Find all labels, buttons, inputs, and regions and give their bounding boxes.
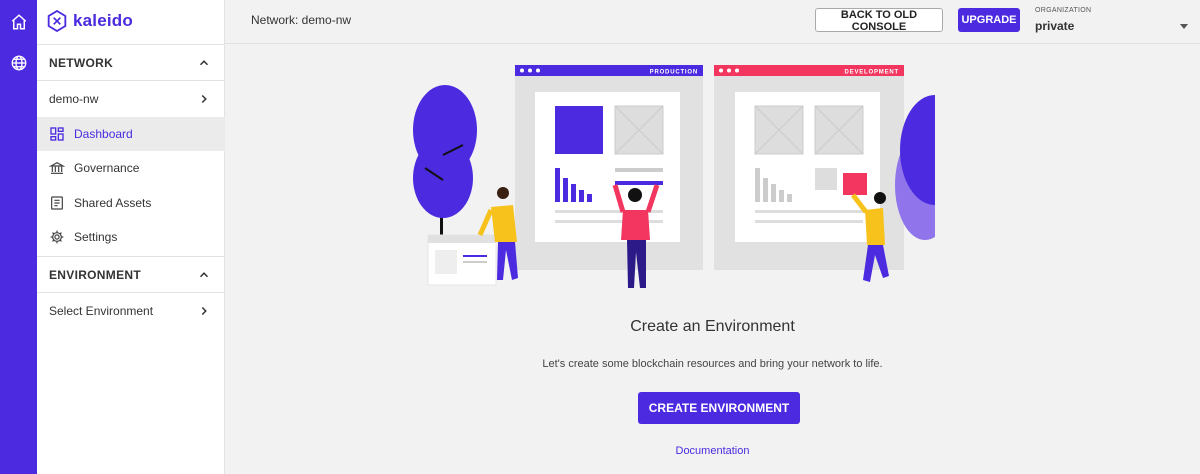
home-button[interactable] xyxy=(0,2,37,42)
sidebar-item-label: Governance xyxy=(74,161,140,175)
chevron-right-icon xyxy=(201,94,207,104)
divider xyxy=(37,256,225,257)
logo-text: kaleido xyxy=(73,11,133,30)
development-label: DEVELOPMENT xyxy=(845,70,899,76)
network-name: demo-nw xyxy=(49,92,99,106)
divider xyxy=(37,44,225,45)
sidebar-item-settings[interactable]: Settings xyxy=(37,220,225,254)
environment-section-title: ENVIRONMENT xyxy=(49,268,141,282)
kaleido-logo-icon xyxy=(47,10,67,32)
chevron-up-icon xyxy=(199,272,209,278)
network-title: Network: demo-nw xyxy=(251,13,352,27)
bank-icon xyxy=(49,161,65,174)
sidebar-item-shared-assets[interactable]: Shared Assets xyxy=(37,186,225,220)
create-environment-button[interactable]: CREATE ENVIRONMENT xyxy=(638,392,800,424)
network-section-toggle[interactable]: NETWORK xyxy=(37,46,225,80)
dashboard-icon xyxy=(50,127,64,141)
sidebar-item-governance[interactable]: Governance xyxy=(37,151,225,185)
page-description: Let's create some blockchain resources a… xyxy=(542,358,883,370)
environment-select-label: Select Environment xyxy=(49,304,154,318)
globe-icon xyxy=(11,55,26,71)
chevron-up-icon xyxy=(199,60,209,66)
left-rail xyxy=(0,0,37,474)
production-label: PRODUCTION xyxy=(650,70,698,76)
home-icon xyxy=(11,14,26,30)
kaleido-logo[interactable]: kaleido xyxy=(47,9,133,33)
environment-section-toggle[interactable]: ENVIRONMENT xyxy=(37,258,225,292)
sidebar-item-label: Shared Assets xyxy=(74,196,152,210)
organization-select[interactable]: private xyxy=(1035,19,1074,33)
network-button[interactable] xyxy=(0,43,37,83)
upgrade-button[interactable]: UPGRADE xyxy=(958,8,1020,32)
page-title: Create an Environment xyxy=(630,318,795,335)
environment-illustration: PRODUCTION DEVELOPMENT xyxy=(413,65,935,288)
top-bar: Network: demo-nw BACK TO OLD CONSOLE UPG… xyxy=(225,0,1200,44)
network-section-title: NETWORK xyxy=(49,56,114,70)
back-to-old-console-button[interactable]: BACK TO OLD CONSOLE xyxy=(815,8,943,33)
divider xyxy=(37,292,225,293)
network-selector[interactable]: demo-nw xyxy=(37,82,225,116)
divider xyxy=(37,80,225,81)
tree-left-lower xyxy=(413,138,473,218)
document-icon xyxy=(51,196,63,210)
documentation-link[interactable]: Documentation xyxy=(225,445,1200,457)
gear-icon xyxy=(50,230,64,244)
environment-selector[interactable]: Select Environment xyxy=(37,294,225,328)
sidebar-item-label: Settings xyxy=(74,230,118,244)
sidebar-item-dashboard[interactable]: Dashboard xyxy=(37,117,225,151)
organization-label: ORGANIZATION xyxy=(1035,7,1092,14)
sidebar: kaleido NETWORK demo-nw Dashboard Govern… xyxy=(37,0,225,474)
chevron-right-icon xyxy=(201,306,207,316)
caret-down-icon[interactable] xyxy=(1180,24,1188,29)
sidebar-item-label: Dashboard xyxy=(74,127,133,141)
